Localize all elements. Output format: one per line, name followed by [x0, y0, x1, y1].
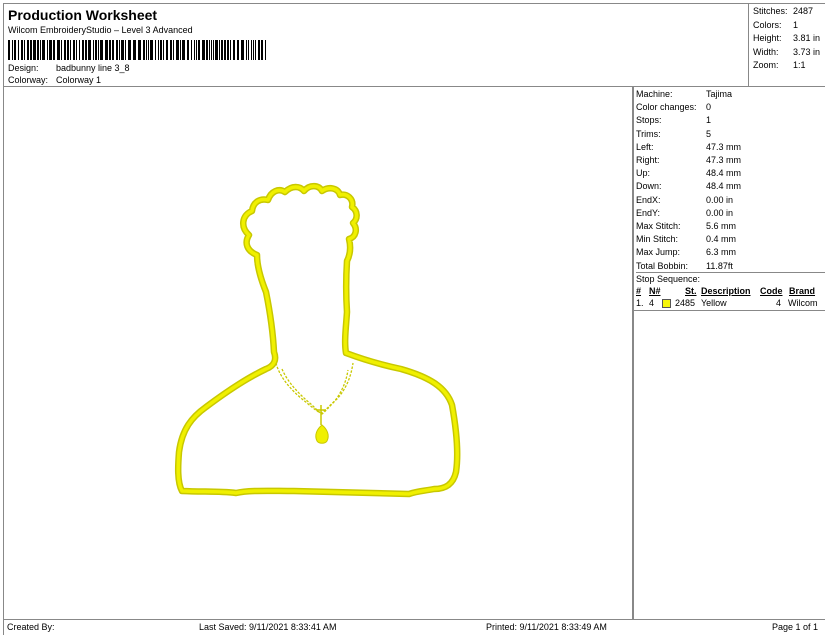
- machine-info-label: Left:: [636, 141, 654, 152]
- printed-date: Printed: 9/11/2021 8:33:49 AM: [486, 622, 607, 632]
- stop-sequence-title: Stop Sequence:: [636, 272, 825, 284]
- machine-info-panel: Total Bobbin: 11.87ft Max Jump: 6.3 mm Min S…: [633, 87, 825, 620]
- machine-info-row: Stops: 1: [636, 114, 711, 127]
- machine-info-value: 5.6 mm: [706, 221, 737, 231]
- machine-info-label: EndX:: [636, 194, 661, 205]
- machine-info-value: 0.00 in: [706, 207, 734, 218]
- design-label: Design:: [8, 63, 39, 73]
- cross-pendant-icon: [316, 405, 326, 425]
- machine-info-row: Trims: 5: [636, 128, 711, 141]
- col-description: Description: [701, 286, 751, 296]
- machine-info-label: Min Stitch:: [636, 234, 679, 245]
- machine-info-value: 11.87ft: [706, 260, 733, 271]
- machine-info-label: Trims:: [636, 128, 661, 139]
- design-line: Design: badbunny line 3_8: [8, 63, 130, 73]
- machine-info-label: Stops:: [636, 115, 662, 126]
- machine-info-label: Down:: [636, 181, 662, 192]
- machine-info-label: EndY:: [636, 207, 661, 218]
- barcode-icon: [8, 40, 266, 60]
- worksheet-title: Production Worksheet: [8, 7, 158, 23]
- stop-sequence-header: # N# St. Description Code Brand: [634, 286, 825, 298]
- machine-info-row: Min Stitch: 0.4 mm: [636, 233, 736, 246]
- stats-panel: Stitches: 2487 Colors: 1 Height: 3.81 in Wi…: [748, 4, 825, 86]
- machine-info-label: Total Bobbin:: [636, 260, 689, 271]
- machine-info-value: 5: [706, 128, 712, 139]
- machine-info-value: 6.3 mm: [706, 247, 737, 258]
- colorway-name: Colorway 1: [56, 75, 102, 85]
- machine-info-row: Max Stitch: 5.6 mm: [636, 220, 736, 233]
- software-name: Wilcom EmbroideryStudio – Level 3 Advanc…: [8, 25, 193, 35]
- machine-info-row: EndY: 0.00 in: [636, 207, 733, 220]
- silhouette-outline: [176, 184, 459, 496]
- created-by: Created By:: [7, 622, 55, 632]
- machine-info-label: Color changes:: [636, 102, 697, 113]
- medallion-pendant-icon: [315, 424, 329, 444]
- col-needle: N#: [649, 286, 661, 296]
- machine-info-label: Max Jump:: [636, 247, 681, 258]
- stat-colors: Colors: 1: [753, 19, 799, 30]
- machine-info-value: 0: [706, 102, 712, 113]
- stat-stitches: Stitches: 2487: [753, 6, 814, 16]
- embroidery-design-preview: [174, 182, 461, 498]
- stop-sequence-row: 1. 4 2485 Yellow 4 Wilcom: [636, 298, 818, 308]
- machine-info-row: Machine: Tajima: [636, 88, 732, 101]
- machine-info-value: 47.3 mm: [706, 155, 742, 165]
- stop-sequence-divider: [634, 310, 825, 311]
- stat-zoom: Zoom: 1:1: [753, 60, 806, 70]
- design-canvas: [3, 87, 633, 620]
- machine-info-row: Left: 47.3 mm: [636, 141, 741, 154]
- machine-info-row: Color changes: 0: [636, 101, 711, 114]
- col-num: #: [636, 286, 642, 296]
- design-name: badbunny line 3_8: [56, 63, 130, 73]
- machine-info-label: Right:: [636, 155, 660, 165]
- stat-height: Height: 3.81 in: [753, 33, 821, 43]
- colorway-line: Colorway: Colorway 1: [8, 75, 101, 85]
- worksheet-footer: Created By: Last Saved: 9/11/2021 8:33:4…: [3, 620, 825, 635]
- machine-info-row: Max Jump: 6.3 mm: [636, 246, 736, 259]
- machine-info-row: Total Bobbin: 11.87ft: [636, 260, 733, 273]
- machine-info-value: Tajima: [706, 89, 733, 99]
- colorway-label: Colorway:: [8, 75, 49, 85]
- machine-info-label: Max Stitch:: [636, 221, 681, 231]
- col-code: Code: [760, 286, 783, 296]
- worksheet-header: Production Worksheet Wilcom EmbroiderySt…: [3, 3, 825, 87]
- thread-color-swatch: [662, 299, 671, 308]
- machine-info-row: Down: 48.4 mm: [636, 180, 741, 193]
- col-stitches: St.: [685, 286, 697, 296]
- machine-info-row: Right: 47.3 mm: [636, 154, 741, 167]
- machine-info-label: Up:: [636, 168, 651, 179]
- production-worksheet: Production Worksheet Wilcom EmbroiderySt…: [0, 0, 825, 635]
- machine-info-value: 47.3 mm: [706, 141, 742, 152]
- machine-info-value: 0.4 mm: [706, 234, 737, 245]
- col-brand: Brand: [789, 286, 816, 296]
- necklace-chain-inner: [281, 368, 349, 415]
- machine-info-row: Up: 48.4 mm: [636, 167, 741, 180]
- last-saved: Last Saved: 9/11/2021 8:33:41 AM: [199, 622, 337, 632]
- machine-info-value: 48.4 mm: [706, 181, 742, 192]
- machine-info-value: 1: [706, 115, 712, 126]
- machine-info-value: 48.4 mm: [706, 168, 742, 179]
- page-number: Page 1 of 1: [772, 622, 819, 632]
- machine-info-label: Machine:: [636, 89, 673, 99]
- necklace-chain-outer: [275, 362, 354, 414]
- machine-info-value: 0.00 in: [706, 194, 734, 205]
- machine-info-row: EndX: 0.00 in: [636, 194, 733, 207]
- stat-width: Width: 3.73 in: [753, 46, 821, 57]
- silhouette-outline-shadow: [174, 182, 461, 498]
